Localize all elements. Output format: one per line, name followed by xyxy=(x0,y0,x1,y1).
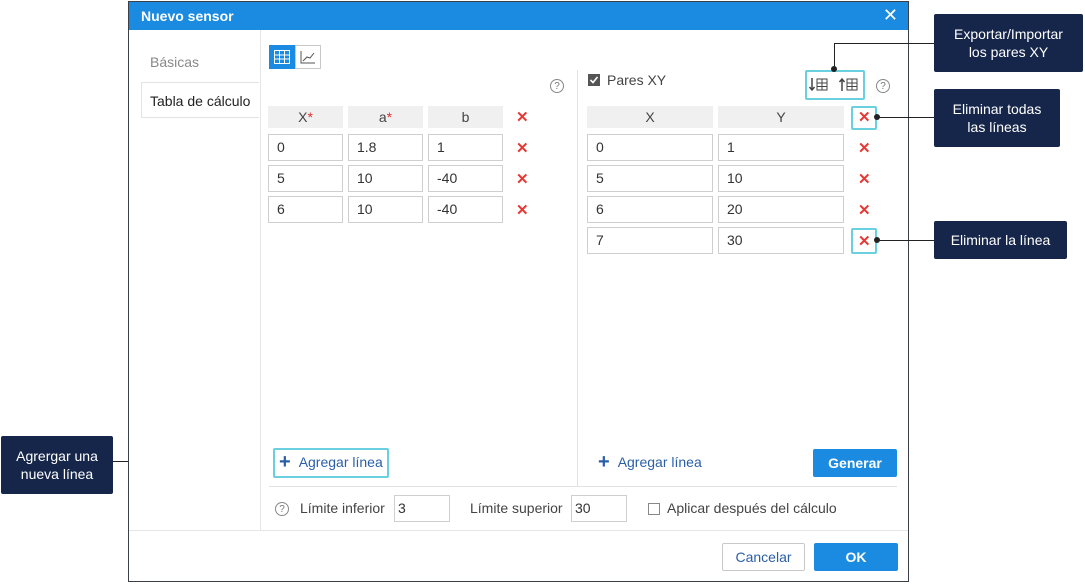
callout-delete-all: Eliminar todas las líneas xyxy=(934,89,1060,147)
right-header-x: X xyxy=(587,106,713,128)
callout-export-import-text: Exportar/Importar los pares XY xyxy=(954,26,1063,60)
left-cell-b[interactable]: 1 xyxy=(428,134,503,161)
bottom-separator xyxy=(129,530,908,531)
left-add-line-button[interactable]: + Agregar línea xyxy=(279,451,383,473)
upper-limit-input[interactable]: 30 xyxy=(571,495,627,522)
dialog-title: Nuevo sensor xyxy=(141,8,234,24)
ok-button[interactable]: OK xyxy=(814,543,898,571)
right-delete-row-icon[interactable]: ✕ xyxy=(858,234,871,249)
apply-after-label: Aplicar después del cálculo xyxy=(667,500,837,516)
check-icon xyxy=(589,76,599,84)
right-header-y-label: Y xyxy=(776,109,786,125)
sidebar-item-calculation-table[interactable]: Tabla de cálculo xyxy=(141,82,259,118)
export-button[interactable] xyxy=(808,75,829,95)
right-cell-y[interactable]: 20 xyxy=(718,196,844,223)
callout-export-dot xyxy=(831,66,837,72)
right-add-line-button[interactable]: + Agregar línea xyxy=(598,451,702,473)
export-table-icon xyxy=(808,78,828,92)
chart-icon xyxy=(300,51,315,64)
required-mark: * xyxy=(386,109,393,125)
chart-view-button[interactable] xyxy=(295,45,321,69)
left-header-b-label: b xyxy=(461,109,470,125)
generate-button[interactable]: Generar xyxy=(813,449,897,477)
left-header-a: a* xyxy=(348,106,423,128)
right-cell-y[interactable]: 30 xyxy=(718,227,844,254)
right-delete-row-icon[interactable]: ✕ xyxy=(858,203,871,218)
right-delete-row-icon[interactable]: ✕ xyxy=(858,172,871,187)
left-delete-row-icon[interactable]: ✕ xyxy=(516,203,529,218)
left-cell-a[interactable]: 1.8 xyxy=(348,134,423,161)
left-delete-row-icon[interactable]: ✕ xyxy=(516,172,529,187)
callout-delete-all-text: Eliminar todas las líneas xyxy=(952,101,1042,135)
right-cell-x[interactable]: 5 xyxy=(587,165,713,192)
callout-add-line: Agrergar una nueva línea xyxy=(1,436,113,494)
plus-icon: + xyxy=(598,451,610,473)
left-cell-b[interactable]: -40 xyxy=(428,196,503,223)
left-header-a-label: a xyxy=(378,109,387,125)
left-delete-all-icon[interactable]: ✕ xyxy=(516,110,529,125)
callout-delete-all-connector xyxy=(877,117,934,118)
left-cell-x[interactable]: 6 xyxy=(268,196,343,223)
limits-help-icon[interactable]: ? xyxy=(275,502,289,516)
left-cell-x[interactable]: 0 xyxy=(268,134,343,161)
apply-after-checkbox[interactable] xyxy=(648,503,660,515)
cancel-button-label: Cancelar xyxy=(735,549,792,565)
import-button[interactable] xyxy=(838,75,859,95)
left-cell-a[interactable]: 10 xyxy=(348,196,423,223)
right-cell-y[interactable]: 1 xyxy=(718,134,844,161)
xy-pairs-label: Pares XY xyxy=(607,72,667,88)
right-delete-all-icon[interactable]: ✕ xyxy=(858,110,871,125)
panel-divider xyxy=(577,70,578,486)
required-mark: * xyxy=(307,109,313,125)
sidebar-item-basic[interactable]: Básicas xyxy=(150,54,199,70)
ok-button-label: OK xyxy=(845,549,867,565)
right-cell-y[interactable]: 10 xyxy=(718,165,844,192)
upper-limit-label: Límite superior xyxy=(470,500,563,516)
left-add-line-label: Agregar línea xyxy=(298,454,383,470)
left-cell-b[interactable]: -40 xyxy=(428,165,503,192)
callout-export-connector-h xyxy=(834,43,934,44)
left-header-x: X* xyxy=(268,106,343,128)
left-delete-row-icon[interactable]: ✕ xyxy=(516,141,529,156)
close-icon[interactable]: ✕ xyxy=(883,5,898,25)
generate-button-label: Generar xyxy=(828,455,882,471)
xy-pairs-checkbox[interactable] xyxy=(588,74,600,86)
left-cell-a[interactable]: 10 xyxy=(348,165,423,192)
right-header-y: Y xyxy=(718,106,844,128)
sidebar: Básicas Tabla de cálculo xyxy=(129,30,261,530)
callout-delete-line-connector xyxy=(877,240,934,241)
footer-separator xyxy=(269,486,897,487)
cancel-button[interactable]: Cancelar xyxy=(722,543,805,571)
plus-icon: + xyxy=(279,451,291,473)
import-table-icon xyxy=(838,77,858,91)
callout-delete-line: Eliminar la línea xyxy=(934,221,1067,259)
callout-add-line-text: Agrergar una nueva línea xyxy=(16,448,98,482)
right-cell-x[interactable]: 0 xyxy=(587,134,713,161)
table-icon xyxy=(274,50,290,64)
right-cell-x[interactable]: 6 xyxy=(587,196,713,223)
left-help-icon[interactable]: ? xyxy=(550,79,564,93)
lower-limit-input[interactable]: 3 xyxy=(394,495,450,522)
callout-delete-all-dot xyxy=(874,114,880,120)
right-cell-x[interactable]: 7 xyxy=(587,227,713,254)
dialog-titlebar: Nuevo sensor ✕ xyxy=(129,2,908,30)
left-header-b: b xyxy=(428,106,503,128)
left-cell-x[interactable]: 5 xyxy=(268,165,343,192)
callout-delete-line-dot xyxy=(874,237,880,243)
right-add-line-label: Agregar línea xyxy=(617,454,702,470)
callout-export-import: Exportar/Importar los pares XY xyxy=(934,14,1083,72)
table-view-button[interactable] xyxy=(269,45,295,69)
right-delete-row-icon[interactable]: ✕ xyxy=(858,141,871,156)
right-help-icon[interactable]: ? xyxy=(876,79,890,93)
right-header-x-label: X xyxy=(645,109,655,125)
lower-limit-label: Límite inferior xyxy=(300,500,385,516)
new-sensor-dialog: Nuevo sensor ✕ Básicas Tabla de cálculo … xyxy=(128,1,909,582)
callout-delete-line-text: Eliminar la línea xyxy=(950,232,1051,248)
